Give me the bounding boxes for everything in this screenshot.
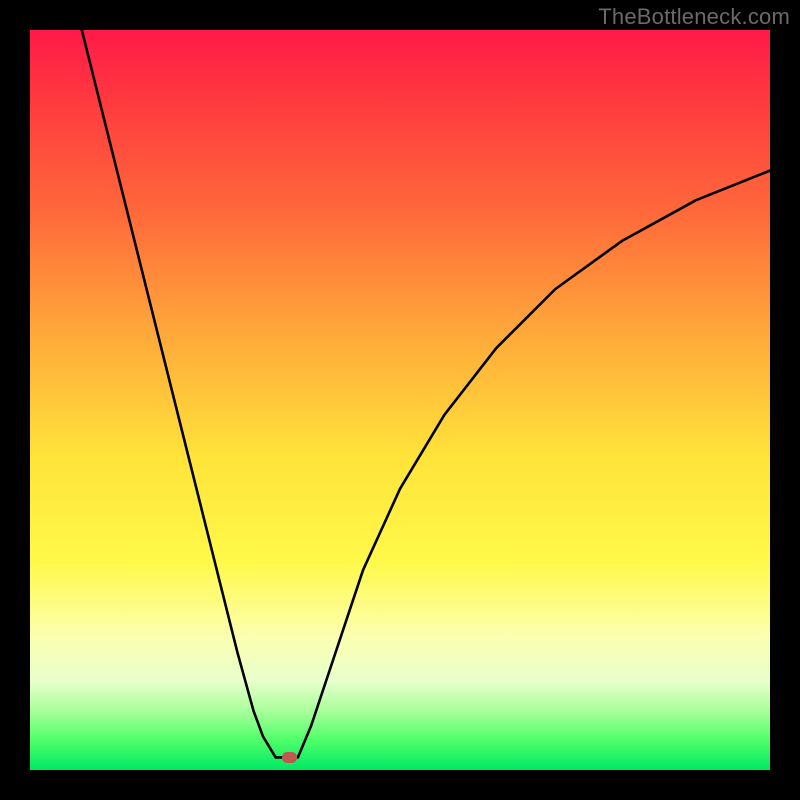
minimum-marker <box>282 752 297 763</box>
bottleneck-curve <box>30 30 770 770</box>
curve-path <box>82 30 770 757</box>
watermark-text: TheBottleneck.com <box>598 4 790 30</box>
plot-area <box>30 30 770 770</box>
chart-frame: TheBottleneck.com <box>0 0 800 800</box>
